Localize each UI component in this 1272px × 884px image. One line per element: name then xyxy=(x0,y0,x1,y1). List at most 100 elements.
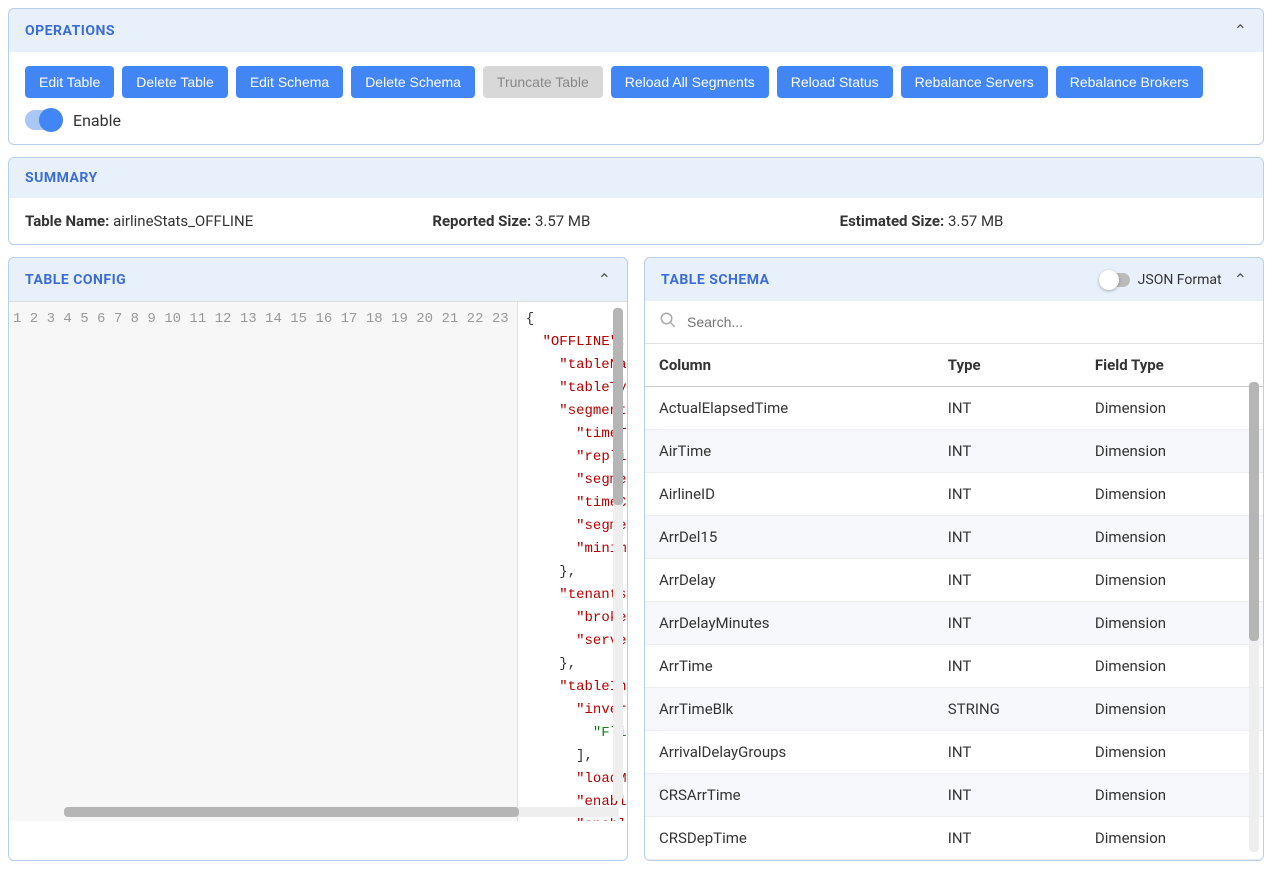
table-cell: CRSArrTime xyxy=(645,774,934,817)
table-cell: INT xyxy=(934,516,1081,559)
summary-body: Table Name: airlineStats_OFFLINE Reporte… xyxy=(9,198,1263,244)
delete-schema-button[interactable]: Delete Schema xyxy=(351,66,475,98)
truncate-table-button: Truncate Table xyxy=(483,66,603,98)
operations-body: Edit Table Delete Table Edit Schema Dele… xyxy=(9,52,1263,144)
edit-schema-button[interactable]: Edit Schema xyxy=(236,66,343,98)
enable-toggle-row: Enable xyxy=(25,110,1247,130)
table-cell: ArrDelay xyxy=(645,559,934,602)
summary-estimated-size-value: 3.57 MB xyxy=(948,212,1003,230)
schema-col-field-type[interactable]: Field Type xyxy=(1081,344,1263,387)
table-config-title: TABLE CONFIG xyxy=(25,272,126,288)
table-cell: Dimension xyxy=(1081,387,1263,430)
table-schema-panel: TABLE SCHEMA JSON Format ⌃ xyxy=(644,257,1264,861)
table-row[interactable]: ArrDelayINTDimension xyxy=(645,559,1263,602)
enable-toggle[interactable] xyxy=(25,110,63,130)
schema-search-input[interactable] xyxy=(685,313,1249,331)
json-format-toggle[interactable] xyxy=(1100,273,1130,287)
summary-table-name-label: Table Name: xyxy=(25,212,109,230)
summary-panel: SUMMARY Table Name: airlineStats_OFFLINE… xyxy=(8,157,1264,245)
table-cell: INT xyxy=(934,387,1081,430)
enable-toggle-label: Enable xyxy=(73,111,121,130)
table-config-panel: TABLE CONFIG ⌃ 1 2 3 4 5 6 7 8 9 10 11 1… xyxy=(8,257,628,861)
operations-button-row: Edit Table Delete Table Edit Schema Dele… xyxy=(25,66,1247,98)
table-cell: Dimension xyxy=(1081,473,1263,516)
table-cell: Dimension xyxy=(1081,817,1263,860)
reload-all-segments-button[interactable]: Reload All Segments xyxy=(611,66,769,98)
summary-estimated-size: Estimated Size: 3.57 MB xyxy=(840,212,1247,230)
code-gutter: 1 2 3 4 5 6 7 8 9 10 11 12 13 14 15 16 1… xyxy=(9,302,518,821)
reload-status-button[interactable]: Reload Status xyxy=(777,66,893,98)
table-cell: ArrivalDelayGroups xyxy=(645,731,934,774)
table-cell: Dimension xyxy=(1081,430,1263,473)
table-cell: AirlineID xyxy=(645,473,934,516)
table-cell: INT xyxy=(934,430,1081,473)
table-cell: INT xyxy=(934,602,1081,645)
table-cell: INT xyxy=(934,731,1081,774)
summary-reported-size-label: Reported Size: xyxy=(432,212,531,230)
table-row[interactable]: CRSArrTimeINTDimension xyxy=(645,774,1263,817)
table-row[interactable]: AirTimeINTDimension xyxy=(645,430,1263,473)
table-cell: Dimension xyxy=(1081,688,1263,731)
table-row[interactable]: ArrTimeINTDimension xyxy=(645,645,1263,688)
collapse-operations-icon[interactable]: ⌃ xyxy=(1234,21,1247,40)
collapse-table-config-icon[interactable]: ⌃ xyxy=(598,270,611,289)
table-row[interactable]: ArrivalDelayGroupsINTDimension xyxy=(645,731,1263,774)
rebalance-brokers-button[interactable]: Rebalance Brokers xyxy=(1056,66,1203,98)
table-cell: STRING xyxy=(934,688,1081,731)
json-format-toggle-wrap: JSON Format xyxy=(1100,272,1222,288)
json-format-label: JSON Format xyxy=(1138,272,1222,288)
schema-col-column[interactable]: Column xyxy=(645,344,934,387)
table-cell: INT xyxy=(934,559,1081,602)
search-icon xyxy=(659,311,677,333)
table-row[interactable]: ArrTimeBlkSTRINGDimension xyxy=(645,688,1263,731)
table-row[interactable]: ArrDel15INTDimension xyxy=(645,516,1263,559)
summary-row: Table Name: airlineStats_OFFLINE Reporte… xyxy=(25,212,1247,230)
schema-col-type[interactable]: Type xyxy=(934,344,1081,387)
table-cell: INT xyxy=(934,817,1081,860)
table-cell: Dimension xyxy=(1081,645,1263,688)
table-cell: INT xyxy=(934,645,1081,688)
code-horizontal-scrollbar[interactable] xyxy=(64,807,619,817)
delete-table-button[interactable]: Delete Table xyxy=(122,66,228,98)
operations-panel: OPERATIONS ⌃ Edit Table Delete Table Edi… xyxy=(8,8,1264,145)
operations-header: OPERATIONS ⌃ xyxy=(9,9,1263,52)
summary-table-name-value: airlineStats_OFFLINE xyxy=(113,212,253,230)
table-row[interactable]: AirlineIDINTDimension xyxy=(645,473,1263,516)
table-row[interactable]: ArrDelayMinutesINTDimension xyxy=(645,602,1263,645)
table-cell: ArrTime xyxy=(645,645,934,688)
table-cell: ActualElapsedTime xyxy=(645,387,934,430)
rebalance-servers-button[interactable]: Rebalance Servers xyxy=(901,66,1048,98)
table-cell: Dimension xyxy=(1081,774,1263,817)
table-cell: Dimension xyxy=(1081,559,1263,602)
table-cell: AirTime xyxy=(645,430,934,473)
operations-title: OPERATIONS xyxy=(25,23,115,39)
table-cell: INT xyxy=(934,473,1081,516)
summary-reported-size-value: 3.57 MB xyxy=(535,212,590,230)
table-schema-header: TABLE SCHEMA JSON Format ⌃ xyxy=(645,258,1263,301)
table-cell: ArrDel15 xyxy=(645,516,934,559)
table-schema-body: Column Type Field Type ActualElapsedTime… xyxy=(645,301,1263,860)
summary-header: SUMMARY xyxy=(9,158,1263,198)
summary-reported-size: Reported Size: 3.57 MB xyxy=(432,212,839,230)
table-cell: ArrTimeBlk xyxy=(645,688,934,731)
table-row[interactable]: ActualElapsedTimeINTDimension xyxy=(645,387,1263,430)
table-row[interactable]: CRSDepTimeINTDimension xyxy=(645,817,1263,860)
table-cell: CRSDepTime xyxy=(645,817,934,860)
table-config-code[interactable]: { "OFFLINE": { "tableName": "airlineStat… xyxy=(518,302,627,821)
summary-title: SUMMARY xyxy=(25,170,98,186)
table-cell: INT xyxy=(934,774,1081,817)
summary-estimated-size-label: Estimated Size: xyxy=(840,212,945,230)
schema-header-row: Column Type Field Type xyxy=(645,344,1263,387)
table-cell: Dimension xyxy=(1081,516,1263,559)
edit-table-button[interactable]: Edit Table xyxy=(25,66,114,98)
config-schema-row: TABLE CONFIG ⌃ 1 2 3 4 5 6 7 8 9 10 11 1… xyxy=(8,257,1264,861)
summary-table-name: Table Name: airlineStats_OFFLINE xyxy=(25,212,432,230)
schema-table-wrap: Column Type Field Type ActualElapsedTime… xyxy=(645,344,1263,860)
table-cell: Dimension xyxy=(1081,731,1263,774)
schema-table: Column Type Field Type ActualElapsedTime… xyxy=(645,344,1263,860)
collapse-table-schema-icon[interactable]: ⌃ xyxy=(1234,270,1247,289)
schema-vertical-scrollbar[interactable] xyxy=(1249,382,1259,852)
code-vertical-scrollbar[interactable] xyxy=(613,308,623,801)
schema-search-wrap xyxy=(645,301,1263,344)
table-schema-title: TABLE SCHEMA xyxy=(661,272,770,288)
